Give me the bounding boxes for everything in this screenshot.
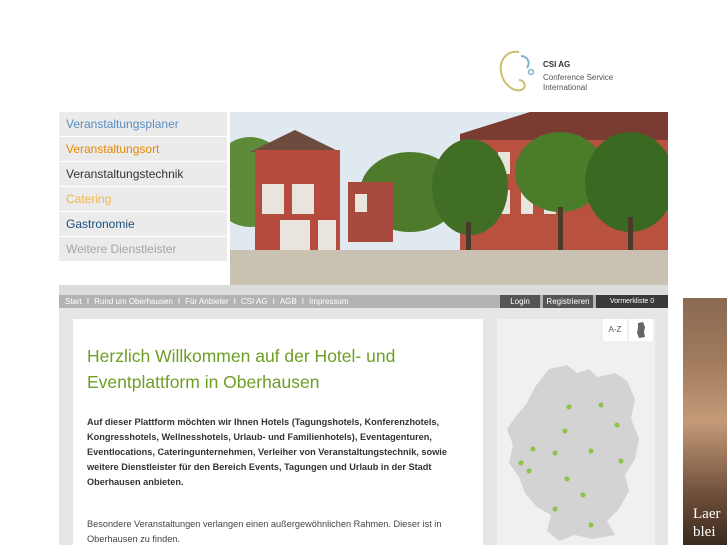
ad-text-line2: blei xyxy=(693,524,716,540)
intro-text: Auf dieser Plattform möchten wir Ihnen H… xyxy=(87,417,447,487)
map-panel: A-Z xyxy=(497,319,655,545)
topnav-link-start[interactable]: Start xyxy=(65,297,82,306)
map-tab[interactable] xyxy=(629,319,653,341)
topnav-link-rund-um-oberhausen[interactable]: Rund um Oberhausen xyxy=(94,297,173,306)
logo-title: CSI AG xyxy=(543,60,571,69)
sidebar-item-gastronomie[interactable]: Gastronomie xyxy=(59,212,227,237)
logo-subtitle-line1: Conference Service xyxy=(543,73,614,82)
topnav-separator: I xyxy=(177,297,181,306)
topnav-separator: I xyxy=(272,297,275,306)
divider-strip xyxy=(59,285,668,295)
sidebar-item-weitere-dienstleister[interactable]: Weitere Dienstleister xyxy=(59,237,227,262)
csi-logo[interactable]: CSI AG Conference Service International xyxy=(497,46,637,98)
sidebar-item-veranstaltungsplaner[interactable]: Veranstaltungsplaner xyxy=(59,112,227,137)
register-button[interactable]: Registrieren xyxy=(543,295,593,308)
body-paragraph: Besondere Veranstaltungen verlangen eine… xyxy=(87,519,442,544)
topnav-link-impressum[interactable]: Impressum xyxy=(309,297,349,306)
login-button[interactable]: Login xyxy=(500,295,540,308)
topnav-link-agb[interactable]: AGB xyxy=(280,297,297,306)
topnav-separator: I xyxy=(233,297,236,306)
advertisement-banner[interactable]: Laer blei xyxy=(683,298,727,545)
main-content: Herzlich Willkommen auf der Hotel- und E… xyxy=(73,319,483,545)
page-title: Herzlich Willkommen auf der Hotel- und E… xyxy=(87,346,396,392)
germany-map-icon xyxy=(637,322,645,338)
sidebar-item-veranstaltungsort[interactable]: Veranstaltungsort xyxy=(59,137,227,162)
merkliste-button[interactable]: Vormerkliste 0 xyxy=(596,295,668,308)
header-photo xyxy=(230,112,668,285)
logo-subtitle-line2: International xyxy=(543,83,588,92)
topnav-separator: I xyxy=(86,297,90,306)
sidebar-item-catering[interactable]: Catering xyxy=(59,187,227,212)
topnav-links: Start I Rund um Oberhausen I Für Anbieter I CS… xyxy=(65,295,349,308)
sidebar-nav: Veranstaltungsplaner Veranstaltungsort V… xyxy=(59,112,227,262)
germany-map[interactable] xyxy=(497,359,655,545)
ad-text-line1: Laer xyxy=(693,506,721,522)
topnav-link-fuer-anbieter[interactable]: Für Anbieter xyxy=(185,297,229,306)
az-tab[interactable]: A-Z xyxy=(603,319,627,341)
ad-text: Laer blei xyxy=(693,505,720,541)
csi-swirl-logo-icon xyxy=(499,50,535,92)
topnav-link-csi-ag[interactable]: CSI AG xyxy=(241,297,268,306)
sidebar-item-veranstaltungstechnik[interactable]: Veranstaltungstechnik xyxy=(59,162,227,187)
logo-subtitle: Conference Service International xyxy=(543,73,613,93)
topnav-separator: I xyxy=(301,297,304,306)
top-navigation: Start I Rund um Oberhausen I Für Anbieter I CS… xyxy=(59,295,668,308)
